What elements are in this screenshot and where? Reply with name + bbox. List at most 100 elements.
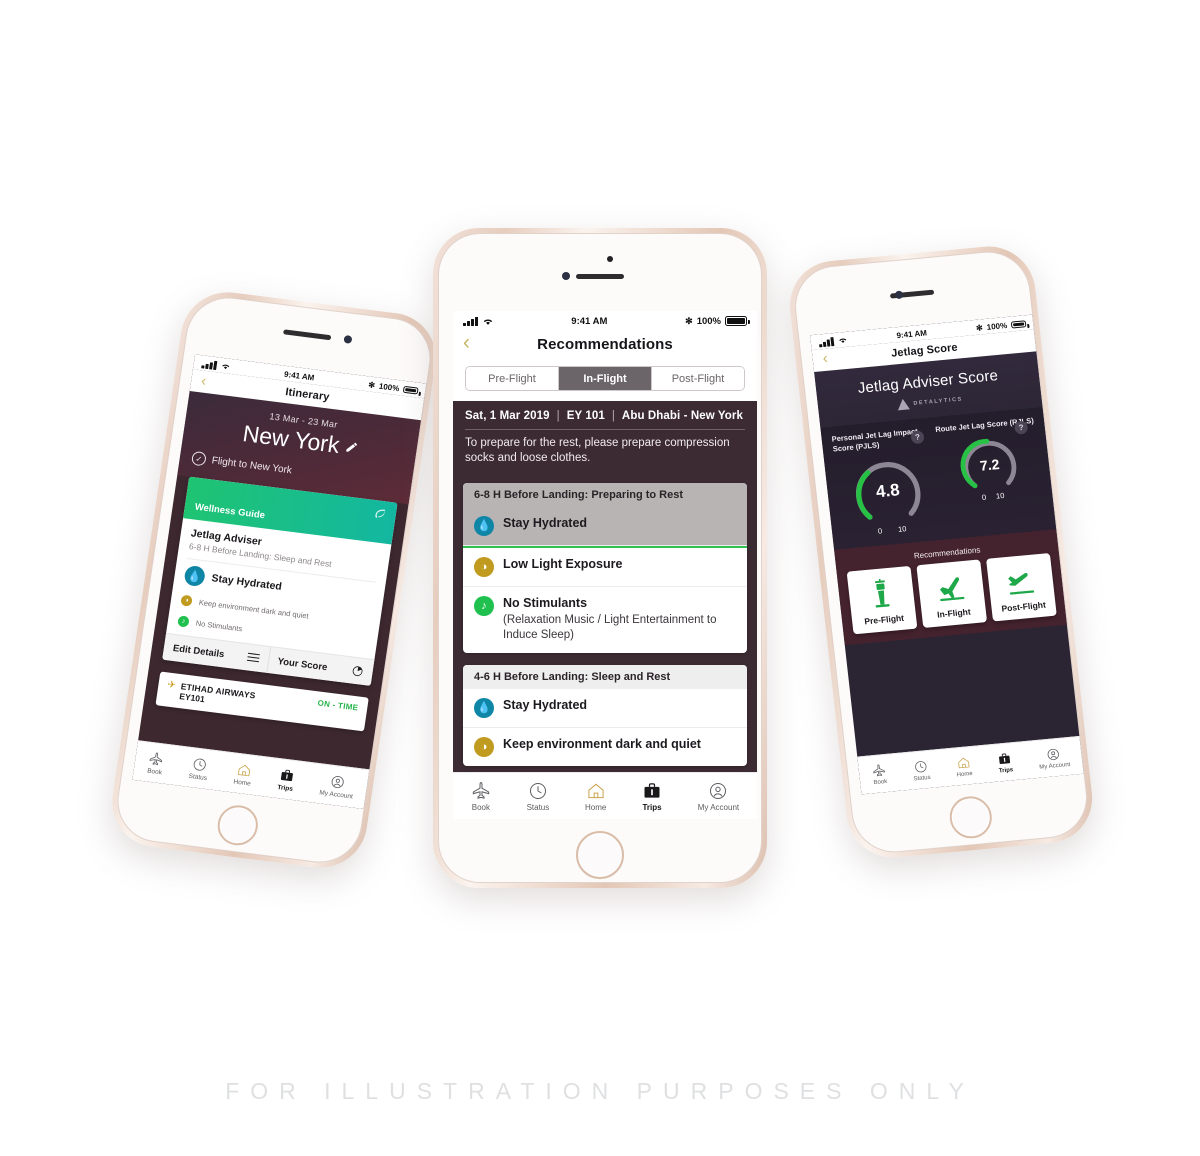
tab-pre-flight[interactable]: Pre-Flight (466, 367, 559, 390)
battery-full-icon (725, 316, 750, 326)
separator: | (611, 410, 615, 422)
tab-home[interactable]: Home (585, 781, 606, 812)
flight-to-label: Flight to New York (211, 454, 293, 476)
home-button[interactable] (947, 794, 995, 841)
tab-status[interactable]: Status (911, 759, 931, 782)
bottom-tab-bar: Book Status Home Trips My Account (857, 735, 1085, 795)
gauge-dial: 4.8 (847, 451, 929, 531)
recommendation-title: Stay Hydrated (503, 697, 588, 712)
tab-my-account[interactable]: My Account (319, 772, 356, 800)
recommendation-row[interactable]: 💧 Stay Hydrated (463, 689, 747, 728)
jetlag-gauges: Personal Jet Lag Impact Score (PJLS) ? 4… (820, 406, 1058, 550)
half-moon-icon: ◑ (474, 736, 494, 757)
cellular-signal-icon (818, 336, 834, 347)
rec-button-post-flight[interactable]: Post-Flight (985, 552, 1057, 621)
flight-route: Abu Dhabi - New York (621, 410, 743, 422)
battery-percent: 100% (986, 320, 1008, 332)
home-button[interactable] (215, 803, 261, 848)
tab-label: Trips (998, 766, 1014, 775)
tab-label: My Account (697, 802, 740, 812)
rec-button-label: Post-Flight (1000, 599, 1047, 614)
wellness-item-label: No Stimulants (195, 618, 243, 634)
phone-left-itinerary: 9:41 AM ✻ 100% ‹ Itinerary 13 Mar - 23 M… (106, 286, 442, 874)
pencil-edit-icon[interactable] (344, 440, 359, 454)
separator: | (556, 410, 560, 422)
tab-status[interactable]: Status (527, 781, 549, 812)
battery-percent: 100% (378, 381, 401, 393)
home-icon (237, 764, 250, 776)
home-button[interactable] (576, 831, 624, 879)
control-tower-icon (874, 578, 890, 608)
chevron-left-icon[interactable]: ‹ (463, 332, 470, 353)
user-circle-icon (1047, 748, 1060, 760)
tab-label: Trips (276, 783, 294, 793)
recommendation-row[interactable]: ♪ No Stimulants (Relaxation Music / Ligh… (463, 587, 747, 652)
check-circle-icon: ✓ (190, 450, 207, 467)
tab-my-account[interactable]: My Account (698, 781, 739, 812)
tab-label: Book (471, 802, 490, 812)
status-bar: 9:41 AM ✻ 100% (453, 311, 757, 330)
wifi-icon (838, 338, 846, 344)
recommendation-title: No Stimulants (503, 596, 588, 611)
suitcase-icon (999, 752, 1011, 764)
gauge-rjls: Route Jet Lag Score (RJLS) ? 7.2 0 10 (933, 416, 1048, 529)
list-lines-icon (246, 652, 260, 663)
clock-icon (529, 782, 546, 799)
chevron-left-icon[interactable]: ‹ (200, 372, 207, 389)
status-badge: ON - TIME (316, 698, 359, 713)
tab-post-flight[interactable]: Post-Flight (652, 367, 744, 390)
clock-icon (193, 758, 206, 771)
tab-book[interactable]: Book (871, 763, 888, 786)
tab-in-flight[interactable]: In-Flight (559, 367, 652, 390)
recommendation-subtitle: (Relaxation Music / Light Entertainment … (503, 614, 717, 642)
recommendation-row[interactable]: ◑ Low Light Exposure (463, 548, 747, 588)
tab-trips[interactable]: Trips (642, 781, 662, 812)
rec-button-pre-flight[interactable]: Pre-Flight (846, 565, 918, 634)
battery-full-icon (402, 385, 419, 395)
leaf-icon (375, 509, 386, 519)
segmented-control[interactable]: Pre-Flight In-Flight Post-Flight (465, 366, 745, 391)
tab-label: My Account (318, 788, 354, 801)
edit-details-label: Edit Details (172, 642, 226, 660)
flight-date: Sat, 1 Mar 2019 (465, 410, 550, 422)
tab-home[interactable]: Home (233, 761, 254, 787)
tab-status[interactable]: Status (188, 756, 210, 782)
bluetooth-icon: ✻ (685, 315, 693, 326)
tab-trips[interactable]: Trips (276, 767, 296, 793)
front-camera (343, 334, 353, 344)
tab-my-account[interactable]: My Account (1037, 746, 1071, 770)
phone-center-recommendations: 9:41 AM ✻ 100% ‹ Recommendations Pre-Fli… (433, 228, 767, 888)
wellness-guide-card[interactable]: Wellness Guide Jetlag Adviser 6-8 H Befo… (162, 476, 398, 686)
segmented-control-wrap: Pre-Flight In-Flight Post-Flight (453, 358, 757, 401)
tab-label: Trips (642, 802, 662, 812)
tab-book[interactable]: Book (471, 781, 491, 812)
tab-home[interactable]: Home (955, 755, 973, 778)
tab-label: Home (956, 770, 974, 778)
half-moon-icon: ◑ (474, 557, 494, 578)
airplane-icon (150, 752, 163, 765)
page-title: Jetlag Score (890, 341, 959, 360)
airplane-icon (472, 781, 490, 799)
your-score-label: Your Score (276, 655, 329, 673)
battery-full-icon (1010, 319, 1027, 329)
rec-button-label: Pre-Flight (863, 612, 905, 626)
tab-trips[interactable]: Trips (997, 751, 1014, 774)
tab-book[interactable]: Book (147, 750, 165, 776)
rec-button-in-flight[interactable]: In-Flight (916, 558, 988, 628)
bottom-tab-bar: Book Status Home Trips My Account (132, 740, 371, 810)
chevron-left-icon[interactable]: ‹ (822, 350, 829, 367)
wellness-item-label: Stay Hydrated (210, 572, 283, 593)
recommendation-row[interactable]: 💧 Stay Hydrated (463, 506, 747, 546)
detalytics-triangle-icon (896, 398, 911, 411)
flight-description: To prepare for the rest, please prepare … (465, 437, 730, 465)
airplane-icon (873, 763, 886, 776)
cellular-signal-icon (201, 359, 217, 370)
flight-number: EY 101 (566, 410, 605, 422)
suitcase-icon (644, 782, 660, 798)
tab-label: Status (913, 774, 931, 782)
water-drop-icon: 💧 (183, 564, 207, 588)
battery-percent: 100% (696, 315, 721, 327)
recommendation-row[interactable]: ◑ Keep environment dark and quiet (463, 728, 747, 766)
user-circle-icon (710, 782, 727, 799)
tab-label: Book (873, 778, 888, 786)
